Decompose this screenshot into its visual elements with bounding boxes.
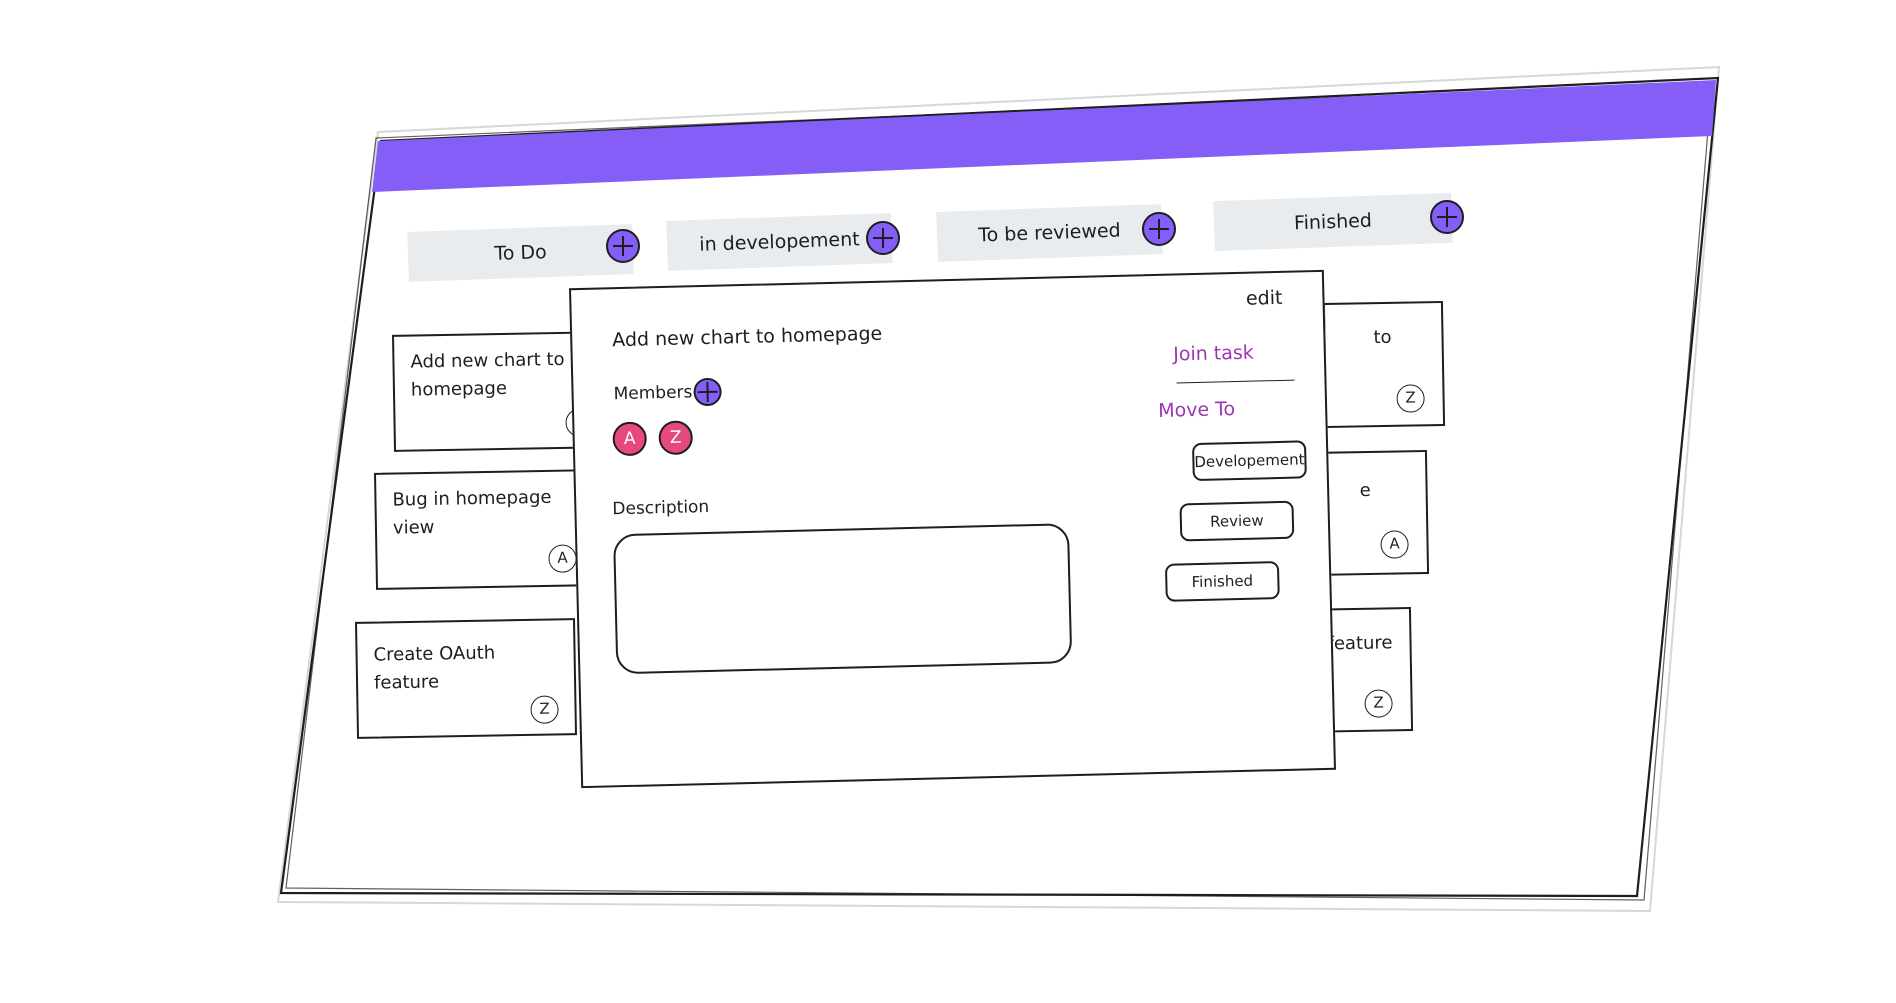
assignee-avatar: A (1380, 530, 1409, 559)
move-to-review-button[interactable]: Review (1179, 500, 1295, 542)
move-to-finished-button[interactable]: Finished (1164, 561, 1280, 602)
task-detail-modal: edit Add new chart to homepage Members A… (569, 269, 1336, 789)
description-input[interactable] (613, 523, 1073, 675)
column-title: To be reviewed (977, 219, 1122, 247)
assignee-avatar: A (548, 544, 577, 573)
modal-title: Add new chart to homepage (612, 322, 883, 352)
move-to-label: Move To (1157, 398, 1236, 422)
edit-link[interactable]: edit (1246, 287, 1283, 310)
column-header-todo: To Do (407, 224, 634, 282)
plus-circle-icon[interactable] (606, 229, 640, 263)
member-avatar[interactable]: A (612, 421, 648, 457)
add-member-plus-icon[interactable] (693, 377, 722, 407)
member-avatar[interactable]: Z (658, 420, 694, 456)
column-header-to-be-reviewed: To be reviewed (936, 204, 1163, 262)
column-title: To Do (493, 241, 548, 265)
title-bar (372, 80, 1716, 192)
plus-circle-icon[interactable] (1142, 212, 1176, 246)
task-card[interactable]: Create OAuth feature Z (354, 618, 578, 739)
task-card-title: e (1359, 479, 1371, 502)
column-title: in developement (698, 228, 861, 256)
task-card-title: Create OAuth feature (373, 642, 496, 694)
divider (1176, 379, 1295, 384)
task-card[interactable]: Bug in homepage view A (373, 469, 596, 590)
plus-circle-icon[interactable] (1430, 200, 1464, 234)
members-label: Members (613, 382, 693, 405)
plus-circle-icon[interactable] (866, 221, 900, 255)
move-to-development-button[interactable]: Developement (1191, 440, 1307, 482)
column-header-in-development: in developement (666, 213, 893, 271)
column-header-finished: Finished (1213, 192, 1453, 252)
task-card-title: Bug in homepage view (392, 486, 552, 539)
task-card-title: Add new chart to homepage (410, 348, 565, 401)
description-label: Description (612, 496, 710, 520)
assignee-avatar: Z (1396, 384, 1425, 413)
task-card-title: feature (1327, 632, 1393, 655)
task-card-title: to (1373, 326, 1392, 349)
task-card[interactable]: to Z (1322, 300, 1446, 429)
column-title: Finished (1293, 209, 1373, 235)
join-task-link[interactable]: Join task (1173, 342, 1254, 366)
assignee-avatar: Z (530, 695, 559, 724)
assignee-avatar: Z (1364, 689, 1393, 718)
